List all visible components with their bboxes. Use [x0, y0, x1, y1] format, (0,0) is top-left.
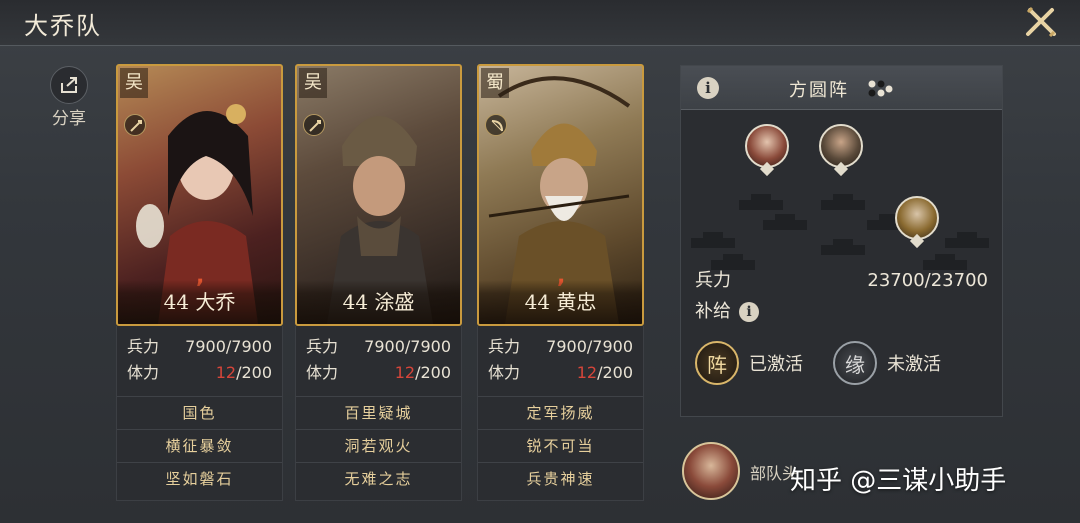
- skill-item[interactable]: 定军扬威: [478, 396, 643, 429]
- general-card-1[interactable]: 吴 , 44 大乔 兵力 7900/7900 体力 12/200 国色 横征暴敛…: [116, 64, 283, 501]
- skill-item[interactable]: 兵贵神速: [478, 462, 643, 495]
- title-bar: 大乔队: [0, 0, 1080, 46]
- formation-slot: [763, 214, 807, 230]
- stamina-row: 体力 12/200: [478, 360, 643, 386]
- army-leader-avatar[interactable]: [682, 442, 740, 500]
- close-icon: [1026, 6, 1056, 38]
- page-title: 大乔队: [24, 12, 102, 40]
- faction-badge: 吴: [120, 68, 148, 98]
- general-portrait[interactable]: 蜀 , 44 黄忠: [477, 64, 644, 326]
- skill-item[interactable]: 横征暴敛: [117, 429, 282, 462]
- share-label: 分享: [52, 109, 86, 129]
- stamina-current: 12: [394, 363, 416, 382]
- general-stats: 兵力 7900/7900 体力 12/200 国色 横征暴敛 坚如磐石: [116, 326, 283, 501]
- troops-value: 7900/7900: [546, 337, 633, 356]
- info-icon[interactable]: i: [697, 77, 719, 99]
- supply-info-icon[interactable]: i: [739, 302, 759, 322]
- skill-item[interactable]: 洞若观火: [296, 429, 461, 462]
- stamina-row: 体力 12/200: [117, 360, 282, 386]
- general-card-3[interactable]: 蜀 , 44 黄忠 兵力 7900/7900 体力 12/200 定军扬威 锐不…: [477, 64, 644, 501]
- formation-slot: [739, 194, 783, 210]
- share-icon: [61, 77, 77, 93]
- watermark: 知乎 @三谋小助手: [790, 466, 1007, 496]
- activation-row: 阵 已激活 缘 未激活: [681, 341, 1002, 385]
- bond-badge: 缘: [833, 341, 877, 385]
- spear-icon: [124, 114, 146, 136]
- stamina-max: /200: [597, 363, 633, 382]
- formation-slot: [821, 239, 865, 255]
- stamina-label: 体力: [488, 363, 521, 382]
- formation-panel: i 方圆阵 兵力 23700/23700 补给 i 阵 已激活 缘 未激活: [680, 65, 1003, 417]
- bond-activation[interactable]: 缘 未激活: [833, 341, 941, 385]
- troops-label: 兵力: [488, 337, 521, 356]
- formation-badge: 阵: [695, 341, 739, 385]
- formation-slot: [711, 254, 755, 270]
- troops-row: 兵力 7900/7900: [296, 334, 461, 360]
- formation-activation[interactable]: 阵 已激活: [695, 341, 803, 385]
- general-name: 44 大乔: [118, 280, 281, 324]
- spear-icon: [303, 114, 325, 136]
- general-name: 44 涂盛: [297, 280, 460, 324]
- faction-badge: 蜀: [481, 68, 509, 98]
- formation-slot: [945, 232, 989, 248]
- supply-row: 补给 i: [695, 297, 988, 327]
- general-name: 44 黄忠: [479, 280, 642, 324]
- stamina-current: 12: [215, 363, 237, 382]
- share-icon-wrap: [50, 66, 88, 104]
- general-portrait[interactable]: 吴 44 涂盛: [295, 64, 462, 326]
- stamina-row: 体力 12/200: [296, 360, 461, 386]
- troops-row: 兵力 7900/7900: [117, 334, 282, 360]
- stamina-current: 12: [576, 363, 598, 382]
- formation-slot: [923, 254, 967, 270]
- general-stats: 兵力 7900/7900 体力 12/200 定军扬威 锐不可当 兵贵神速: [477, 326, 644, 501]
- skill-list: 百里疑城 洞若观火 无难之志: [296, 396, 461, 495]
- formation-header[interactable]: i 方圆阵: [681, 66, 1002, 110]
- troops-row: 兵力 7900/7900: [478, 334, 643, 360]
- supply-label: 补给: [695, 301, 731, 322]
- faction-badge: 吴: [299, 68, 327, 98]
- share-button[interactable]: 分享: [50, 66, 88, 130]
- formation-slot: [821, 194, 865, 210]
- skill-list: 国色 横征暴敛 坚如磐石: [117, 396, 282, 495]
- skill-list: 定军扬威 锐不可当 兵贵神速: [478, 396, 643, 495]
- stamina-max: /200: [415, 363, 451, 382]
- formation-stats: 兵力 23700/23700 补给 i: [681, 265, 1002, 327]
- formation-dots-icon: [868, 80, 893, 97]
- formation-status: 已激活: [749, 354, 803, 375]
- general-card-2[interactable]: 吴 44 涂盛 兵力 7900/7900 体力 12/200 百里疑城 洞若观火…: [295, 64, 462, 501]
- stamina-label: 体力: [127, 363, 160, 382]
- skill-item[interactable]: 坚如磐石: [117, 462, 282, 495]
- close-button[interactable]: [1024, 6, 1058, 40]
- skill-item[interactable]: 百里疑城: [296, 396, 461, 429]
- troops-value: 7900/7900: [364, 337, 451, 356]
- stamina-max: /200: [236, 363, 272, 382]
- skill-item[interactable]: 国色: [117, 396, 282, 429]
- formation-name: 方圆阵: [789, 80, 849, 101]
- skill-item[interactable]: 无难之志: [296, 462, 461, 495]
- troops-label: 兵力: [127, 337, 160, 356]
- bond-status: 未激活: [887, 354, 941, 375]
- general-stats: 兵力 7900/7900 体力 12/200 百里疑城 洞若观火 无难之志: [295, 326, 462, 501]
- bow-icon: [485, 114, 507, 136]
- formation-field: [681, 110, 1002, 270]
- troops-value: 7900/7900: [185, 337, 272, 356]
- skill-item[interactable]: 锐不可当: [478, 429, 643, 462]
- general-portrait[interactable]: 吴 , 44 大乔: [116, 64, 283, 326]
- stamina-label: 体力: [306, 363, 339, 382]
- troops-label: 兵力: [306, 337, 339, 356]
- formation-slot: [691, 232, 735, 248]
